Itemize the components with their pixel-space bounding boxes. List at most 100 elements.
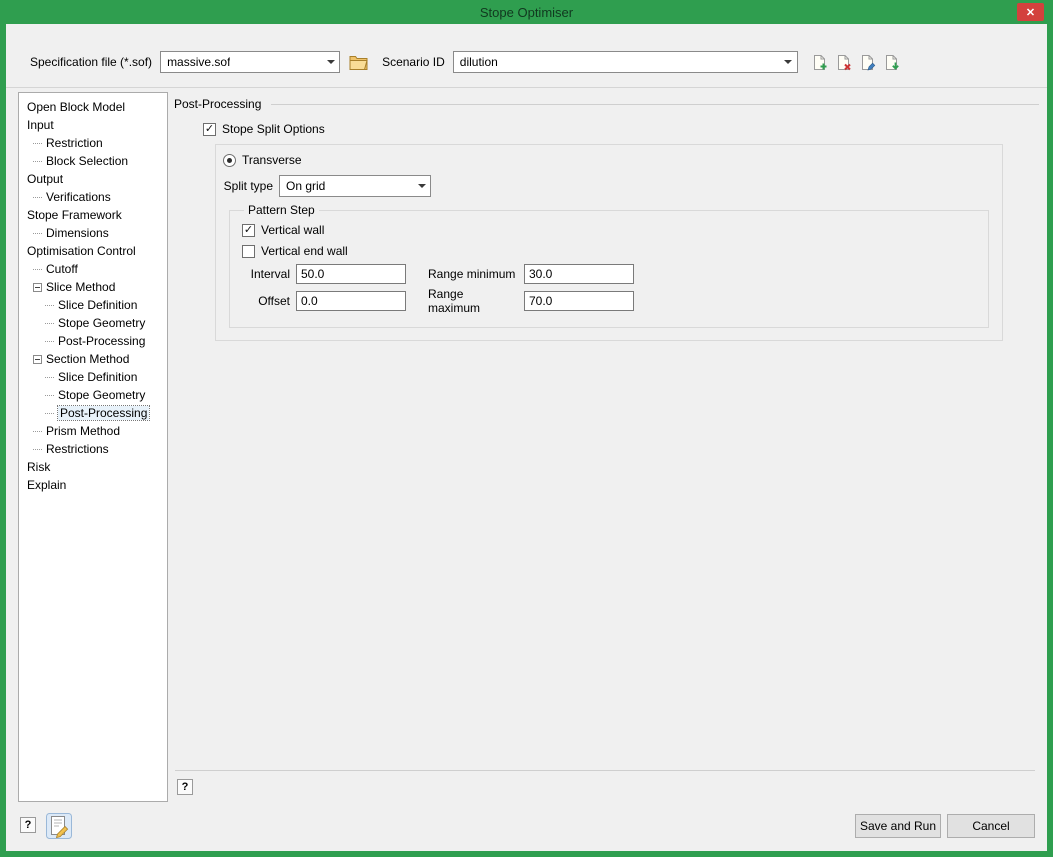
sidebar-item-slice-method[interactable]: Slice Method <box>19 278 167 296</box>
sidebar-item-label: Input <box>27 118 54 132</box>
sidebar-item-open-block-model[interactable]: Open Block Model <box>19 98 167 116</box>
sidebar-item-stope-framework[interactable]: Stope Framework <box>19 206 167 224</box>
sidebar-item-slice-definition[interactable]: Slice Definition <box>19 296 167 314</box>
scenario-save-icon[interactable] <box>883 54 900 71</box>
context-help-icon[interactable]: ? <box>177 779 193 795</box>
sidebar-item-label: Restriction <box>46 136 103 150</box>
sidebar-item-section-method[interactable]: Section Method <box>19 350 167 368</box>
tree-connector <box>45 341 54 342</box>
sidebar-item-label: Risk <box>27 460 50 474</box>
chevron-down-icon[interactable] <box>322 52 339 72</box>
tree-connector <box>45 305 54 306</box>
sidebar-item-verifications[interactable]: Verifications <box>19 188 167 206</box>
sidebar-item-slice-definition-section[interactable]: Slice Definition <box>19 368 167 386</box>
sidebar-item-label: Prism Method <box>46 424 120 438</box>
sidebar-item-label: Restrictions <box>46 442 109 456</box>
tree-connector <box>33 269 42 270</box>
topbar: Specification file (*.sof) massive.sof S… <box>6 37 1047 88</box>
sidebar-item-restriction[interactable]: Restriction <box>19 134 167 152</box>
sidebar-item-label: Cutoff <box>46 262 78 276</box>
sidebar-item-dimensions[interactable]: Dimensions <box>19 224 167 242</box>
sidebar-item-label: Stope Geometry <box>58 388 145 402</box>
tree-connector <box>45 377 54 378</box>
vertical-wall-label: Vertical wall <box>261 223 324 237</box>
titlebar[interactable]: Stope Optimiser <box>0 0 1053 24</box>
collapse-icon[interactable] <box>33 283 42 292</box>
scenario-id-label: Scenario ID <box>382 55 445 69</box>
sidebar-item-cutoff[interactable]: Cutoff <box>19 260 167 278</box>
close-button[interactable]: ✕ <box>1017 3 1044 21</box>
range-maximum-label: Range maximum <box>428 287 518 315</box>
sidebar-item-optimisation-control[interactable]: Optimisation Control <box>19 242 167 260</box>
vertical-wall-row: ✓ Vertical wall <box>242 220 988 240</box>
main-panel: Post-Processing ✓ Stope Split Options Tr… <box>174 92 1041 804</box>
scenario-delete-icon[interactable] <box>835 54 852 71</box>
tree-connector <box>33 197 42 198</box>
sidebar-item-restrictions[interactable]: Restrictions <box>19 440 167 458</box>
offset-input[interactable] <box>296 291 406 311</box>
sidebar-item-post-processing-slice[interactable]: Post-Processing <box>19 332 167 350</box>
pattern-step-group: Pattern Step ✓ Vertical wall Vertical en… <box>229 203 989 328</box>
sidebar-item-post-processing-section[interactable]: Post-Processing <box>19 404 167 422</box>
vertical-end-wall-row: Vertical end wall <box>242 241 988 261</box>
sidebar-item-stope-geometry-section[interactable]: Stope Geometry <box>19 386 167 404</box>
cancel-button[interactable]: Cancel <box>947 814 1035 838</box>
window-title: Stope Optimiser <box>480 5 573 20</box>
sidebar-item-output[interactable]: Output <box>19 170 167 188</box>
interval-label: Interval <box>242 267 290 281</box>
split-type-combobox[interactable]: On grid <box>279 175 431 197</box>
interval-row: Interval Range minimum <box>242 264 988 284</box>
dialog-help-icon[interactable]: ? <box>20 817 36 833</box>
chevron-down-icon[interactable] <box>413 176 430 196</box>
tree-connector <box>33 161 42 162</box>
notes-icon[interactable] <box>46 813 72 839</box>
spec-file-combobox[interactable]: massive.sof <box>160 51 340 73</box>
page-title: Post-Processing <box>174 97 261 111</box>
dialog-body: Specification file (*.sof) massive.sof S… <box>6 24 1047 851</box>
open-folder-icon[interactable] <box>349 54 368 70</box>
sidebar-item-stope-geometry[interactable]: Stope Geometry <box>19 314 167 332</box>
scenario-id-combobox[interactable]: dilution <box>453 51 798 73</box>
range-minimum-input[interactable] <box>524 264 634 284</box>
vertical-end-wall-label: Vertical end wall <box>261 244 348 258</box>
sidebar-item-label: Output <box>27 172 63 186</box>
sidebar-item-label: Block Selection <box>46 154 128 168</box>
offset-label: Offset <box>242 294 290 308</box>
offset-row: Offset Range maximum <box>242 287 988 315</box>
split-type-row: Split type On grid <box>223 175 1002 197</box>
sidebar-item-input[interactable]: Input <box>19 116 167 134</box>
stope-split-options-checkbox[interactable]: ✓ <box>203 123 216 136</box>
sidebar-item-label: Stope Geometry <box>58 316 145 330</box>
collapse-icon[interactable] <box>33 355 42 364</box>
sidebar-item-label: Slice Definition <box>58 370 137 384</box>
range-maximum-input[interactable] <box>524 291 634 311</box>
header-rule <box>271 104 1039 105</box>
save-and-run-button[interactable]: Save and Run <box>855 814 941 838</box>
tree-connector <box>33 431 42 432</box>
sidebar-item-label: Post-Processing <box>58 406 149 420</box>
scenario-edit-icon[interactable] <box>859 54 876 71</box>
vertical-end-wall-checkbox[interactable] <box>242 245 255 258</box>
content-header: Post-Processing <box>174 96 1041 112</box>
chevron-down-icon[interactable] <box>780 52 797 72</box>
sidebar-item-block-selection[interactable]: Block Selection <box>19 152 167 170</box>
tree-connector <box>33 143 42 144</box>
scenario-add-icon[interactable] <box>811 54 828 71</box>
sidebar-item-label: Slice Definition <box>58 298 137 312</box>
tree-connector <box>45 413 54 414</box>
sidebar-item-label: Slice Method <box>46 280 115 294</box>
vertical-wall-checkbox[interactable]: ✓ <box>242 224 255 237</box>
transverse-group: Transverse Split type On grid Pattern St… <box>215 144 1003 341</box>
interval-input[interactable] <box>296 264 406 284</box>
sidebar-item-label: Explain <box>27 478 66 492</box>
stope-split-options-label: Stope Split Options <box>222 122 325 136</box>
sidebar-item-risk[interactable]: Risk <box>19 458 167 476</box>
tree-connector <box>45 395 54 396</box>
spec-file-value: massive.sof <box>167 55 230 69</box>
transverse-radio[interactable] <box>223 154 236 167</box>
sidebar-item-label: Dimensions <box>46 226 109 240</box>
content-bottom-rule <box>175 770 1035 771</box>
split-type-value: On grid <box>286 179 325 193</box>
sidebar-item-prism-method[interactable]: Prism Method <box>19 422 167 440</box>
sidebar-item-explain[interactable]: Explain <box>19 476 167 494</box>
